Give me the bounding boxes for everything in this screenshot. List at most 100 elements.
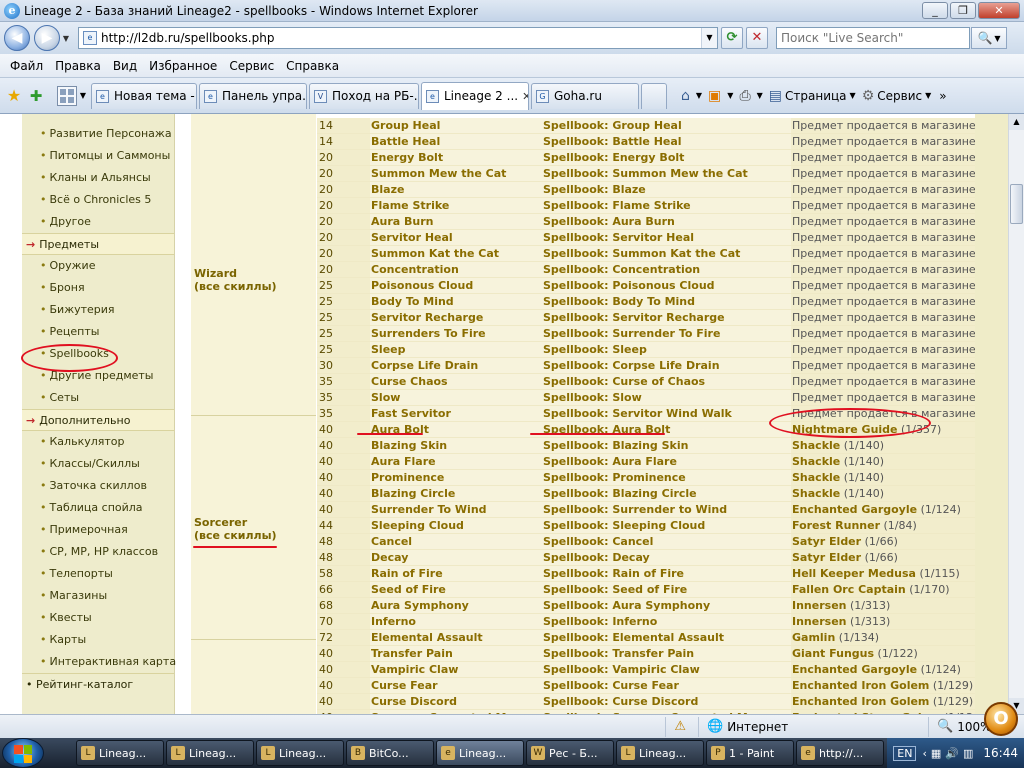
cell-skill-link[interactable]: Aura Flare <box>370 454 542 469</box>
sidebar-category-extra[interactable]: → Дополнительно <box>22 409 174 431</box>
taskbar-item-4[interactable]: e Lineag... <box>436 740 524 766</box>
sidebar-item-g1-1[interactable]: • Питомцы и Саммоны <box>22 145 174 167</box>
drop-monster-link[interactable]: Enchanted Gargoyle <box>792 503 917 516</box>
cell-skill-link[interactable]: Summon Kat the Cat <box>370 246 542 261</box>
network-icon[interactable]: ▥ <box>963 747 973 760</box>
new-tab-button[interactable] <box>641 82 667 109</box>
cell-spellbook-link[interactable]: Spellbook: Body To Mind <box>542 294 791 309</box>
maximize-button[interactable]: ❐ <box>950 2 976 19</box>
page-menu-button[interactable]: ▤ Страница ▼ <box>769 88 856 104</box>
drop-monster-link[interactable]: Giant Fungus <box>792 647 874 660</box>
scroll-thumb[interactable] <box>1010 184 1023 224</box>
cell-skill-link[interactable]: Servitor Recharge <box>370 310 542 325</box>
taskbar-item-5[interactable]: W Рес - Б... <box>526 740 614 766</box>
sidebar-item-g2-6[interactable]: • Сеты <box>22 387 174 409</box>
taskbar-item-0[interactable]: L Lineag... <box>76 740 164 766</box>
sidebar-item-g3-2[interactable]: • Заточка скиллов <box>22 475 174 497</box>
cell-spellbook-link[interactable]: Spellbook: Cancel <box>542 534 791 549</box>
sidebar-item-g2-0[interactable]: • Оружие <box>22 255 174 277</box>
sidebar-item-g2-3[interactable]: • Рецепты <box>22 321 174 343</box>
sidebar-item-g1-4[interactable]: • Другое <box>22 211 174 233</box>
start-button[interactable] <box>2 738 44 768</box>
zoom-control[interactable]: 🔍 100% <box>928 716 992 737</box>
sidebar-item-g1-0[interactable]: • Развитие Персонажа <box>22 123 174 145</box>
cell-spellbook-link[interactable]: Spellbook: Sleeping Cloud <box>542 518 791 533</box>
drop-monster-link[interactable]: Innersen <box>792 615 846 628</box>
sidebar-item-g3-0[interactable]: • Калькулятор <box>22 431 174 453</box>
cell-skill-link[interactable]: Poisonous Cloud <box>370 278 542 293</box>
drop-monster-link[interactable]: Fallen Orc Captain <box>792 583 906 596</box>
cell-skill-link[interactable]: Blazing Circle <box>370 486 542 501</box>
menu-tools[interactable]: Сервис <box>223 59 280 73</box>
cell-skill-link[interactable]: Rain of Fire <box>370 566 542 581</box>
cell-skill-link[interactable]: Elemental Assault <box>370 630 542 645</box>
menu-help[interactable]: Справка <box>280 59 345 73</box>
cell-skill-link[interactable]: Transfer Pain <box>370 646 542 661</box>
cell-skill-link[interactable]: Aura Symphony <box>370 598 542 613</box>
cell-skill-link[interactable]: Energy Bolt <box>370 150 542 165</box>
cell-spellbook-link[interactable]: Spellbook: Elemental Assault <box>542 630 791 645</box>
drop-monster-link[interactable]: Gamlin <box>792 631 835 644</box>
cell-skill-link[interactable]: Concentration <box>370 262 542 277</box>
search-dropdown-icon[interactable]: ▼ <box>994 34 1000 43</box>
cell-spellbook-link[interactable]: Spellbook: Servitor Recharge <box>542 310 791 325</box>
home-dropdown-icon[interactable]: ▼ <box>696 91 702 100</box>
cell-skill-link[interactable]: Sleeping Cloud <box>370 518 542 533</box>
cell-spellbook-link[interactable]: Spellbook: Aura Burn <box>542 214 791 229</box>
taskbar-item-7[interactable]: P 1 - Paint <box>706 740 794 766</box>
class-label-wizard[interactable]: Wizard (все скиллы) <box>194 267 277 293</box>
cell-spellbook-link[interactable]: Spellbook: Blazing Skin <box>542 438 791 453</box>
cell-skill-link[interactable]: Group Heal <box>370 118 542 133</box>
add-favorite-icon[interactable]: ✚ <box>25 87 47 105</box>
cell-spellbook-link[interactable]: Spellbook: Servitor Heal <box>542 230 791 245</box>
cell-spellbook-link[interactable]: Spellbook: Energy Bolt <box>542 150 791 165</box>
drop-monster-link[interactable]: Shackle <box>792 487 840 500</box>
cell-spellbook-link[interactable]: Spellbook: Poisonous Cloud <box>542 278 791 293</box>
cell-spellbook-link[interactable]: Spellbook: Aura Flare <box>542 454 791 469</box>
volume-icon[interactable]: 🔊 <box>945 747 959 760</box>
cell-skill-link[interactable]: Flame Strike <box>370 198 542 213</box>
menu-edit[interactable]: Правка <box>49 59 107 73</box>
sidebar-category-items[interactable]: → Предметы <box>22 233 174 255</box>
language-indicator[interactable]: EN <box>893 745 917 761</box>
cell-spellbook-link[interactable]: Spellbook: Seed of Fire <box>542 582 791 597</box>
refresh-button[interactable]: ⟳ <box>721 27 743 49</box>
cell-spellbook-link[interactable]: Spellbook: Surrender To Fire <box>542 326 791 341</box>
sidebar-item-g1-2[interactable]: • Кланы и Альянсы <box>22 167 174 189</box>
quick-tabs-icon[interactable] <box>57 85 77 106</box>
cell-spellbook-link[interactable]: Spellbook: Curse Discord <box>542 694 791 709</box>
tools-menu-button[interactable]: ⚙ Сервис ▼ <box>862 88 932 104</box>
drop-monster-link[interactable]: Enchanted Iron Golem <box>792 679 929 692</box>
class-label-sorcerer[interactable]: Sorcerer (все скиллы) <box>194 516 277 542</box>
cell-skill-link[interactable]: Curse Discord <box>370 694 542 709</box>
drop-monster-link[interactable]: Shackle <box>792 471 840 484</box>
cell-spellbook-link[interactable]: Spellbook: Vampiric Claw <box>542 662 791 677</box>
cell-skill-link[interactable]: Corpse Life Drain <box>370 358 542 373</box>
toolbar-overflow-icon[interactable]: » <box>939 89 946 103</box>
cell-spellbook-link[interactable]: Spellbook: Prominence <box>542 470 791 485</box>
drop-monster-link[interactable]: Shackle <box>792 455 840 468</box>
taskbar-item-2[interactable]: L Lineag... <box>256 740 344 766</box>
cell-skill-link[interactable]: Inferno <box>370 614 542 629</box>
cell-skill-link[interactable]: Seed of Fire <box>370 582 542 597</box>
cell-spellbook-link[interactable]: Spellbook: Surrender to Wind <box>542 502 791 517</box>
tab-new-topic[interactable]: e Новая тема -... <box>91 82 197 109</box>
menu-file[interactable]: Файл <box>4 59 49 73</box>
cell-spellbook-link[interactable]: Spellbook: Transfer Pain <box>542 646 791 661</box>
search-input[interactable] <box>776 27 970 49</box>
forward-button[interactable]: ▶ <box>34 25 60 51</box>
tab-goha[interactable]: G Goha.ru <box>531 82 639 109</box>
cell-skill-link[interactable]: Body To Mind <box>370 294 542 309</box>
cell-spellbook-link[interactable]: Spellbook: Curse Fear <box>542 678 791 693</box>
cell-spellbook-link[interactable]: Spellbook: Aura Symphony <box>542 598 791 613</box>
back-button[interactable]: ◀ <box>4 25 30 51</box>
tray-expand-icon[interactable]: ‹ <box>922 747 926 760</box>
sidebar-item-g3-10[interactable]: • Интерактивная карта <box>22 651 176 673</box>
clock[interactable]: 16:44 <box>983 746 1018 760</box>
sidebar-item-g3-4[interactable]: • Примерочная <box>22 519 174 541</box>
taskbar-item-3[interactable]: B BitCo... <box>346 740 434 766</box>
sidebar-item-g2-1[interactable]: • Броня <box>22 277 174 299</box>
cell-spellbook-link[interactable]: Spellbook: Decay <box>542 550 791 565</box>
tab-raid[interactable]: V Поход на РБ-... <box>309 82 419 109</box>
cell-spellbook-link[interactable]: Spellbook: Blaze <box>542 182 791 197</box>
